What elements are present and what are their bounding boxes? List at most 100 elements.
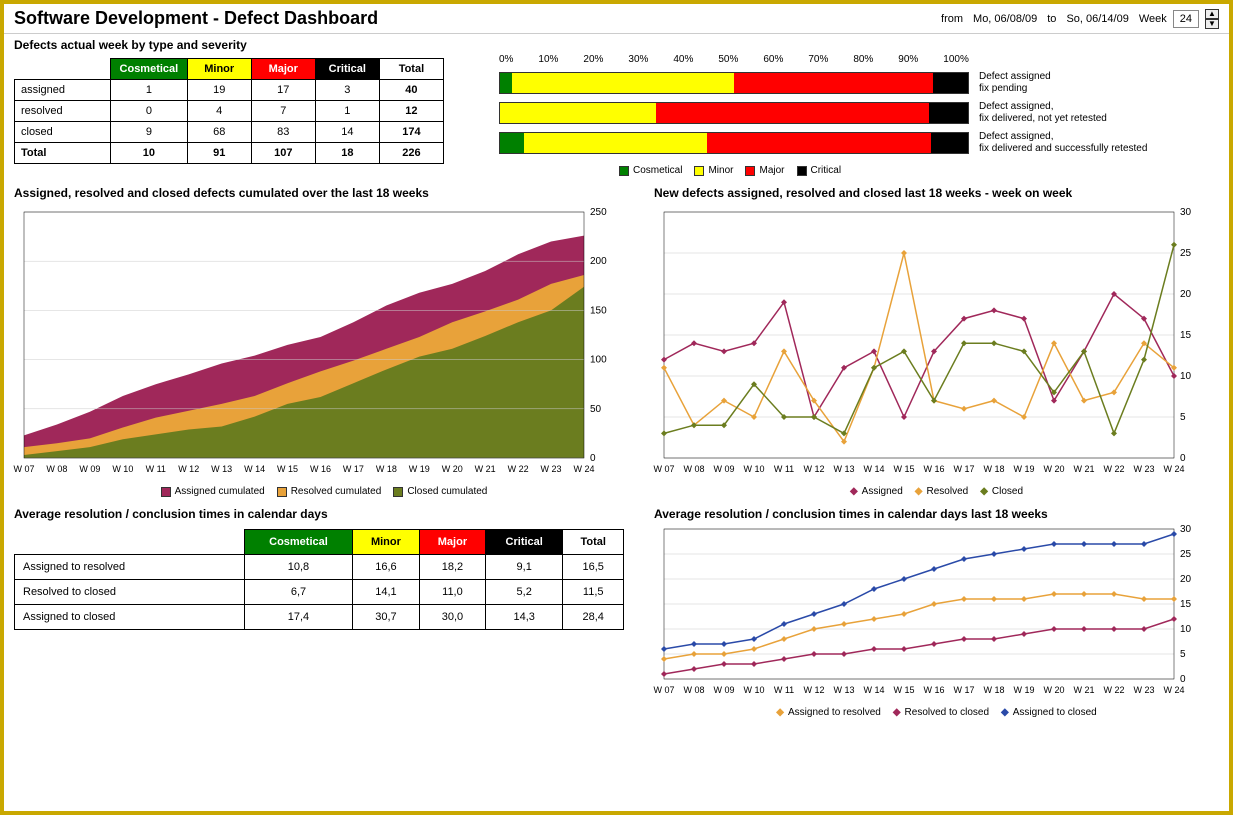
svg-text:W 14: W 14	[863, 464, 884, 474]
week-down-button[interactable]: ▼	[1205, 19, 1219, 29]
svg-text:200: 200	[590, 256, 607, 267]
svg-text:W 22: W 22	[1103, 685, 1124, 695]
svg-text:W 18: W 18	[376, 464, 397, 474]
svg-text:15: 15	[1180, 330, 1192, 341]
stacked-bar-row: Defect assigned,fix delivered, not yet r…	[499, 101, 1219, 125]
svg-text:W 09: W 09	[713, 464, 734, 474]
page-title: Software Development - Defect Dashboard	[14, 8, 941, 29]
svg-text:5: 5	[1180, 412, 1186, 423]
svg-text:W 21: W 21	[1073, 685, 1094, 695]
svg-text:W 24: W 24	[1163, 464, 1184, 474]
svg-text:W 23: W 23	[541, 464, 562, 474]
defects-by-type-table: Cosmetical Minor Major Critical Total as…	[14, 58, 444, 164]
section3-title: New defects assigned, resolved and close…	[644, 180, 1229, 202]
legend-item: ◆Resolved	[915, 486, 968, 497]
svg-text:W 11: W 11	[146, 464, 166, 474]
svg-text:20: 20	[1180, 289, 1192, 300]
week-up-button[interactable]: ▲	[1205, 9, 1219, 19]
col-cosmetical: Cosmetical	[111, 59, 188, 80]
svg-text:W 19: W 19	[1013, 685, 1034, 695]
pct-axis: 0%10%20%30%40%50%60%70%80%90%100%	[499, 54, 969, 65]
avg-times-line-chart: 051015202530W 07W 08W 09W 10W 11W 12W 13…	[644, 523, 1229, 703]
svg-text:W 20: W 20	[1043, 464, 1064, 474]
week-on-week-chart: 051015202530W 07W 08W 09W 10W 11W 12W 13…	[644, 202, 1229, 482]
svg-text:W 14: W 14	[244, 464, 265, 474]
svg-text:W 19: W 19	[409, 464, 430, 474]
svg-text:W 20: W 20	[1043, 685, 1064, 695]
table-row: closed 9 68 83 14 174	[15, 122, 444, 143]
svg-text:W 07: W 07	[653, 685, 674, 695]
svg-text:W 13: W 13	[833, 685, 854, 695]
table-row: Resolved to closed 6,7 14,1 11,0 5,2 11,…	[15, 580, 624, 605]
svg-text:100: 100	[590, 355, 607, 366]
col-major: Major	[251, 59, 315, 80]
svg-text:W 21: W 21	[475, 464, 496, 474]
svg-text:W 22: W 22	[1103, 464, 1124, 474]
to-label: to	[1047, 13, 1056, 25]
legend-item: Resolved cumulated	[277, 486, 382, 497]
table-row: Assigned to closed 17,4 30,7 30,0 14,3 2…	[15, 605, 624, 630]
svg-text:25: 25	[1180, 549, 1192, 560]
svg-text:W 23: W 23	[1133, 685, 1154, 695]
svg-text:W 07: W 07	[13, 464, 34, 474]
svg-text:W 08: W 08	[683, 685, 704, 695]
svg-text:15: 15	[1180, 599, 1192, 610]
svg-text:W 22: W 22	[508, 464, 529, 474]
svg-text:W 18: W 18	[983, 685, 1004, 695]
legend-item: Major	[745, 165, 784, 176]
to-date: So, 06/14/09	[1066, 13, 1128, 25]
legend-item: Minor	[694, 165, 733, 176]
table-header-row: Cosmetical Minor Major Critical Total	[15, 530, 624, 555]
legend-item: Cosmetical	[619, 165, 682, 176]
table-row: resolved 0 4 7 1 12	[15, 101, 444, 122]
stacked-pct-chart: 0%10%20%30%40%50%60%70%80%90%100% Defect…	[499, 54, 1219, 180]
svg-text:W 24: W 24	[573, 464, 594, 474]
svg-text:W 18: W 18	[983, 464, 1004, 474]
col-total: Total	[379, 59, 443, 80]
col-minor: Minor	[187, 59, 251, 80]
section5-title: Average resolution / conclusion times in…	[644, 501, 1229, 523]
svg-text:20: 20	[1180, 574, 1192, 585]
svg-text:W 11: W 11	[774, 685, 794, 695]
avg-times-table: Cosmetical Minor Major Critical Total As…	[14, 529, 624, 630]
week-number: 24	[1173, 10, 1199, 28]
area-legend: Assigned cumulatedResolved cumulatedClos…	[4, 482, 644, 501]
svg-text:W 09: W 09	[79, 464, 100, 474]
times-legend: ◆Assigned to resolved◆Resolved to closed…	[644, 703, 1229, 722]
legend-item: ◆Closed	[980, 486, 1023, 497]
svg-text:0: 0	[1180, 674, 1186, 685]
svg-text:30: 30	[1180, 207, 1192, 218]
svg-text:150: 150	[590, 305, 607, 316]
svg-text:W 08: W 08	[683, 464, 704, 474]
week-control: Week 24 ▲ ▼	[1139, 9, 1219, 29]
svg-text:W 10: W 10	[112, 464, 133, 474]
section4-title: Average resolution / conclusion times in…	[4, 501, 644, 523]
legend-item: ◆Assigned	[850, 486, 903, 497]
stacked-bar-row: Defect assignedfix pending	[499, 71, 1219, 95]
svg-text:0: 0	[590, 453, 596, 464]
svg-text:250: 250	[590, 207, 607, 218]
svg-text:W 17: W 17	[953, 464, 974, 474]
svg-text:W 09: W 09	[713, 685, 734, 695]
table-total-row: Total 10 91 107 18 226	[15, 143, 444, 164]
legend-item: Assigned cumulated	[161, 486, 265, 497]
col-critical: Critical	[315, 59, 379, 80]
svg-text:W 12: W 12	[803, 464, 824, 474]
svg-text:W 16: W 16	[310, 464, 331, 474]
svg-text:W 19: W 19	[1013, 464, 1034, 474]
svg-text:5: 5	[1180, 649, 1186, 660]
section1-title: Defects actual week by type and severity	[4, 34, 1229, 54]
svg-text:W 16: W 16	[923, 685, 944, 695]
svg-text:10: 10	[1180, 371, 1192, 382]
svg-text:W 15: W 15	[277, 464, 298, 474]
stacked-bar-row: Defect assigned,fix delivered and succes…	[499, 131, 1219, 155]
table-row: Assigned to resolved 10,8 16,6 18,2 9,1 …	[15, 555, 624, 580]
svg-text:50: 50	[590, 404, 602, 415]
svg-text:W 20: W 20	[442, 464, 463, 474]
svg-text:W 13: W 13	[211, 464, 232, 474]
week-label: Week	[1139, 13, 1167, 25]
table-header-row: Cosmetical Minor Major Critical Total	[15, 59, 444, 80]
dashboard-header: Software Development - Defect Dashboard …	[4, 4, 1229, 34]
table-row: assigned 1 19 17 3 40	[15, 80, 444, 101]
svg-text:W 15: W 15	[893, 685, 914, 695]
